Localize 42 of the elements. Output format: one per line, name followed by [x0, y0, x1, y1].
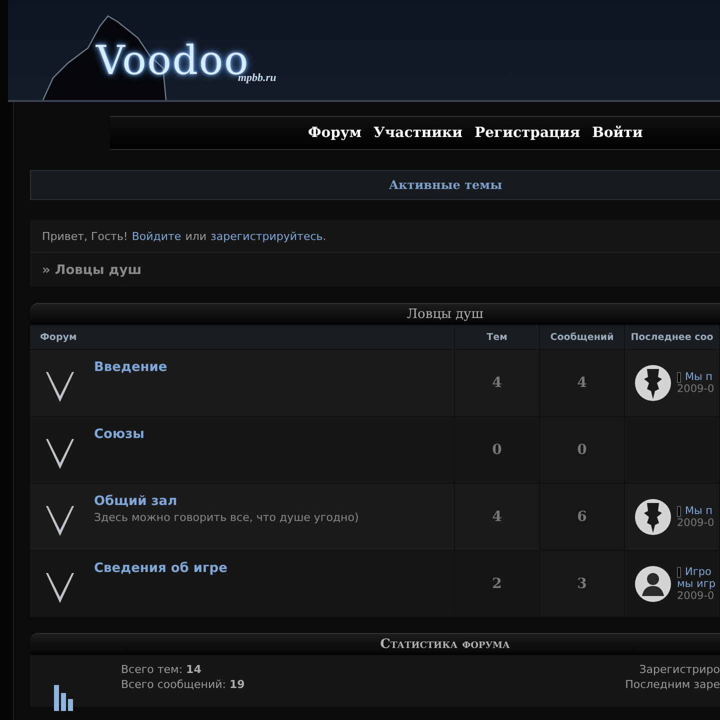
or-text: или — [185, 230, 207, 242]
forum-description: Здесь можно говорить все, что душе угодно) — [94, 511, 359, 524]
forum-link[interactable]: Союзы — [94, 427, 144, 442]
topic-count: 0 — [492, 442, 502, 458]
stat-text: Зарегистриро — [639, 663, 720, 676]
last-post-date: 2009-0 — [677, 517, 714, 529]
topic-count: 4 — [492, 375, 502, 391]
last-post-link[interactable]: Мы п — [685, 505, 713, 517]
post-count: 4 — [577, 375, 587, 391]
column-header: Последнее соо — [625, 325, 720, 349]
post-count: 3 — [577, 576, 587, 592]
breadcrumb: » Ловцы душ — [42, 262, 142, 278]
last-post-link[interactable]: Мы п — [685, 371, 713, 383]
post-count: 0 — [577, 442, 587, 458]
forum-link[interactable]: Введение — [94, 360, 168, 375]
post-count: 6 — [577, 509, 587, 525]
welcome-text: Привет, Гость! — [42, 230, 128, 242]
category-title: Ловцы душ — [406, 307, 484, 322]
topic-count: 4 — [492, 509, 502, 525]
column-header: Тем — [455, 325, 540, 349]
logo-subtitle: mpbb.ru — [238, 72, 276, 84]
topic-count: 2 — [492, 576, 502, 592]
period-text: . — [322, 230, 326, 242]
nav-link[interactable]: Форум — [308, 125, 362, 141]
column-header: Форум — [30, 325, 455, 349]
column-header: Сообщений — [540, 325, 625, 349]
stats-title: Статистика форума — [380, 637, 510, 652]
nav-link[interactable]: Войти — [592, 125, 643, 141]
stat-text: Всего тем: 14 — [121, 663, 202, 676]
nav-link[interactable]: Регистрация — [474, 125, 580, 141]
stat-text: Всего сообщений: 19 — [121, 678, 245, 691]
last-post-link[interactable]: Игро — [685, 566, 712, 578]
forum-link[interactable]: Сведения об игре — [94, 561, 228, 576]
forum-link[interactable]: Общий зал — [94, 494, 359, 509]
active-topics-link[interactable]: Активные темы — [388, 178, 502, 192]
stat-text: Последним заре — [625, 678, 720, 691]
last-post-date: 2009-0 — [677, 383, 714, 395]
register-link[interactable]: зарегистрируйтесь — [210, 230, 323, 242]
login-link[interactable]: Войдите — [132, 230, 182, 242]
last-post-link[interactable]: мы игр — [677, 578, 716, 590]
nav-link[interactable]: Участники — [374, 125, 463, 141]
last-post-date: 2009-0 — [677, 590, 716, 602]
